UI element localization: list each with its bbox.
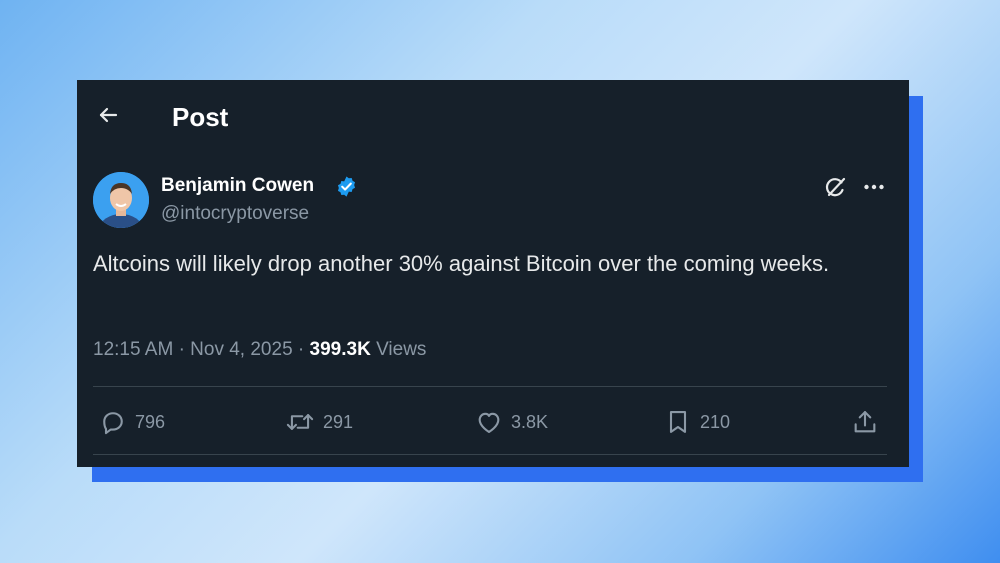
reply-icon xyxy=(99,408,127,436)
grok-button[interactable] xyxy=(822,173,850,201)
grok-icon xyxy=(822,177,850,205)
views-label: Views xyxy=(376,339,427,360)
arrow-left-icon xyxy=(96,103,120,132)
more-options-button[interactable] xyxy=(860,173,888,201)
reply-count: 796 xyxy=(135,411,166,432)
more-dots-icon xyxy=(860,184,888,205)
like-button[interactable]: 3.8K xyxy=(475,408,548,436)
post-text: Altcoins will likely drop another 30% ag… xyxy=(93,251,830,276)
share-icon xyxy=(851,408,879,436)
post-meta: 12:15 AM · Nov 4, 2025 · 399.3K Views xyxy=(93,339,426,361)
views-count: 399.3K xyxy=(309,339,371,360)
post-date[interactable]: Nov 4, 2025 xyxy=(190,339,292,360)
bookmark-icon xyxy=(664,408,692,436)
bookmark-button[interactable]: 210 xyxy=(664,408,730,436)
post-card: Post Benjamin Cowen @intocryptoverse Alt… xyxy=(77,80,909,467)
author-name[interactable]: Benjamin Cowen xyxy=(161,175,314,197)
meta-separator: · xyxy=(297,339,305,360)
divider xyxy=(93,386,887,387)
action-bar: 796 291 3.8K 210 xyxy=(77,400,909,444)
repost-icon xyxy=(285,408,315,436)
divider xyxy=(93,454,887,455)
heart-icon xyxy=(475,408,503,436)
post-header: Post xyxy=(77,80,909,154)
avatar[interactable] xyxy=(93,172,149,228)
verified-badge-icon xyxy=(335,175,358,198)
back-button[interactable] xyxy=(91,100,125,134)
meta-separator: · xyxy=(178,339,185,360)
share-button[interactable] xyxy=(851,408,879,436)
post-time[interactable]: 12:15 AM xyxy=(93,339,173,360)
page-title: Post xyxy=(172,102,229,132)
author-handle[interactable]: @intocryptoverse xyxy=(161,203,309,225)
like-count: 3.8K xyxy=(511,411,549,432)
reply-button[interactable]: 796 xyxy=(99,408,165,436)
bookmark-count: 210 xyxy=(700,411,731,432)
repost-button[interactable]: 291 xyxy=(285,408,353,436)
repost-count: 291 xyxy=(323,411,354,432)
